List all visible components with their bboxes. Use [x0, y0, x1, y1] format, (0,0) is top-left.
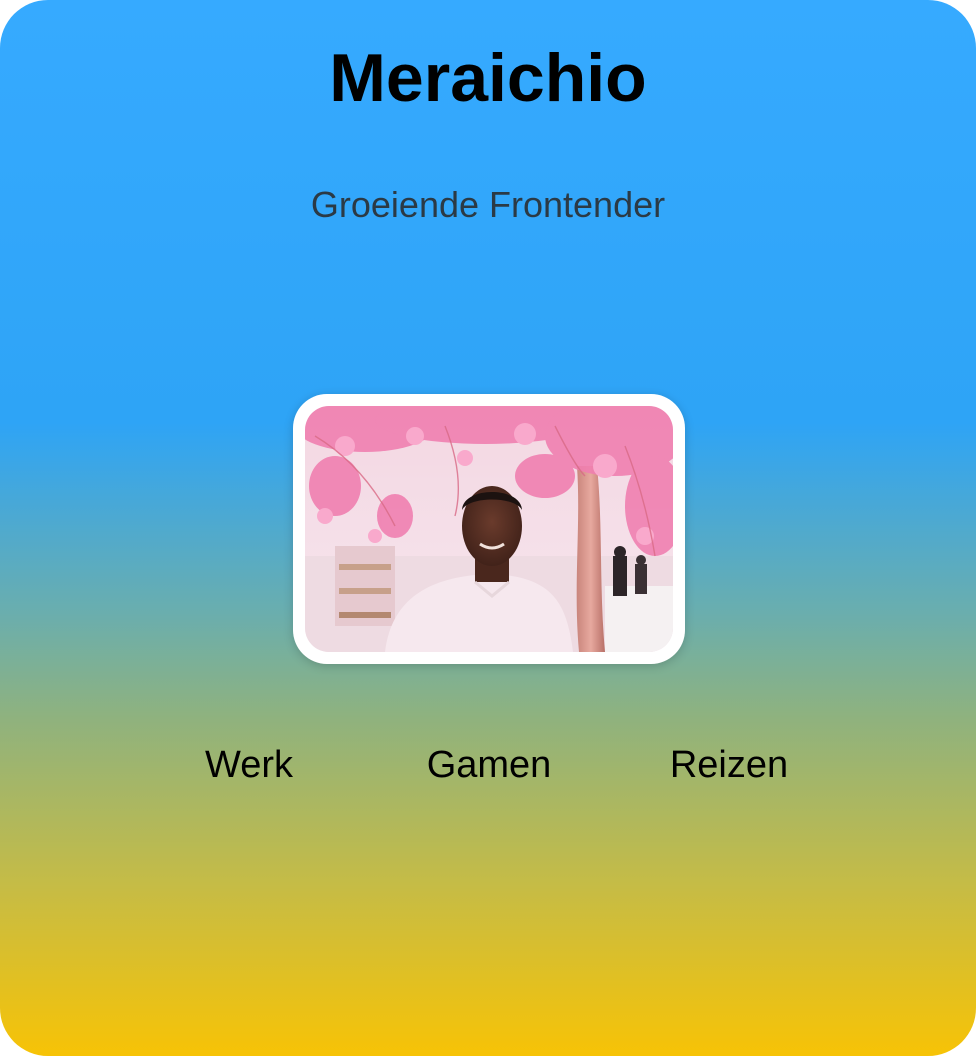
- nav-item-werk[interactable]: Werk: [205, 742, 293, 788]
- profile-photo: [305, 406, 673, 652]
- interests-nav: Werk Gamen Reizen: [0, 742, 976, 790]
- profile-card: Meraichio Groeiende Frontender Werk Game…: [0, 0, 976, 1056]
- profile-photo-frame: [293, 394, 685, 664]
- profile-tagline: Groeiende Frontender: [310, 184, 666, 225]
- nav-item-gamen[interactable]: Gamen: [427, 742, 552, 788]
- nav-item-reizen[interactable]: Reizen: [670, 742, 788, 788]
- profile-name: Meraichio: [329, 40, 647, 116]
